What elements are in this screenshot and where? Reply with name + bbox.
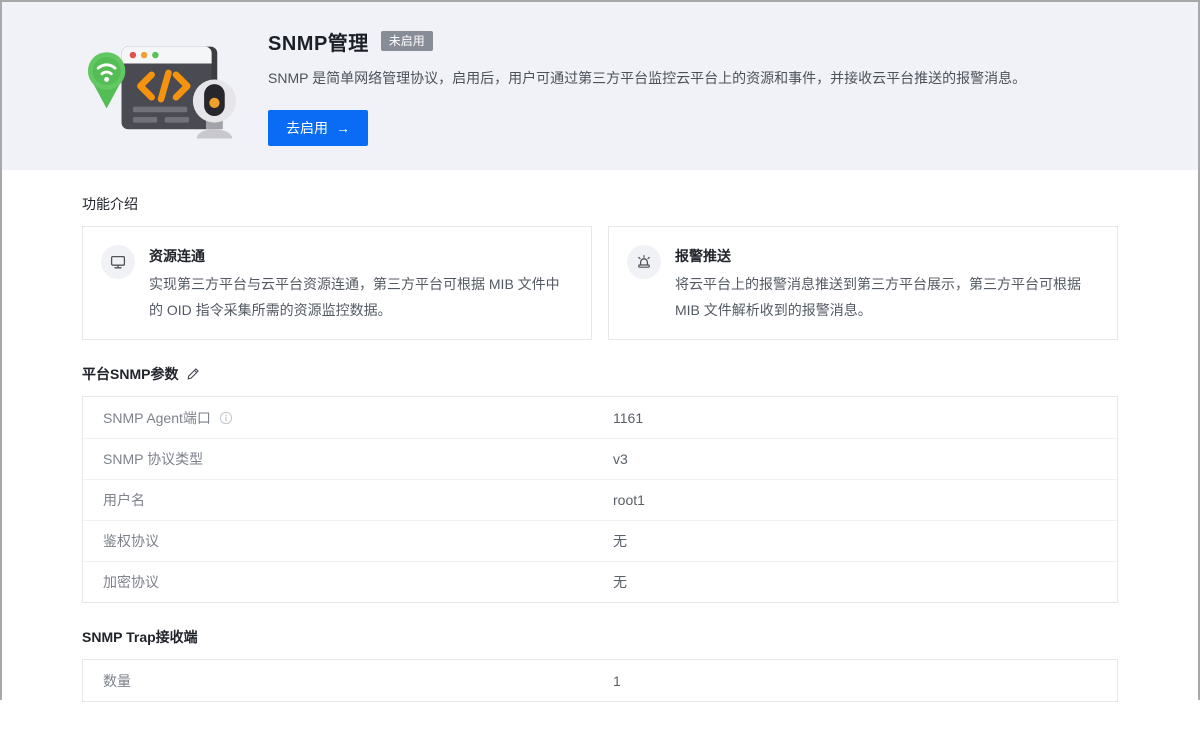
pencil-icon[interactable] — [186, 367, 200, 381]
snmp-params-table: SNMP Agent端口 1161 SNMP 协议类型 v3 用户名 root1… — [82, 396, 1118, 603]
alarm-icon — [627, 245, 661, 279]
feature-card-resource: 资源连通 实现第三方平台与云平台资源连通，第三方平台可根据 MIB 文件中的 O… — [82, 226, 592, 340]
hero-text-block: SNMP管理 未启用 SNMP 是简单网络管理协议，启用后，用户可通过第三方平台… — [268, 27, 1026, 146]
feature-card-body: 资源连通 实现第三方平台与云平台资源连通，第三方平台可根据 MIB 文件中的 O… — [149, 241, 573, 323]
row-value: 1161 — [613, 410, 643, 426]
table-row: SNMP 协议类型 v3 — [83, 438, 1117, 479]
snmp-params-heading-row: 平台SNMP参数 — [82, 364, 1118, 384]
table-row: 鉴权协议 无 — [83, 520, 1117, 561]
status-badge: 未启用 — [381, 31, 433, 51]
trap-receiver-heading: SNMP Trap接收端 — [82, 627, 1118, 647]
feature-card-title: 资源连通 — [149, 246, 573, 266]
monitor-icon — [101, 245, 135, 279]
row-value: v3 — [613, 451, 628, 467]
enable-button[interactable]: 去启用 → — [268, 110, 368, 146]
row-label: 用户名 — [103, 490, 145, 510]
table-row: 用户名 root1 — [83, 479, 1117, 520]
snmp-illustration-icon — [86, 27, 236, 145]
trap-receiver-heading-label: SNMP Trap接收端 — [82, 627, 198, 647]
row-label: SNMP Agent端口 — [103, 408, 211, 428]
feature-card-title: 报警推送 — [675, 246, 1099, 266]
feature-card-description: 将云平台上的报警消息推送到第三方平台展示，第三方平台可根据 MIB 文件解析收到… — [675, 271, 1099, 323]
row-label: SNMP 协议类型 — [103, 449, 203, 469]
snmp-params-heading: 平台SNMP参数 — [82, 364, 178, 384]
main-content: 功能介绍 资源连通 实现第三方平台与云平台资源连通，第三方平台可根据 MIB 文… — [2, 194, 1198, 742]
table-row: SNMP Agent端口 1161 — [83, 397, 1117, 438]
hero-banner: SNMP管理 未启用 SNMP 是简单网络管理协议，启用后，用户可通过第三方平台… — [2, 2, 1198, 170]
features-heading: 功能介绍 — [82, 194, 1118, 214]
row-value: root1 — [613, 492, 645, 508]
row-value: 无 — [613, 531, 627, 551]
page-description: SNMP 是简单网络管理协议，启用后，用户可通过第三方平台监控云平台上的资源和事… — [268, 68, 1026, 88]
table-row: 数量 1 — [83, 660, 1117, 701]
arrow-right-icon: → — [336, 120, 350, 136]
row-value: 无 — [613, 572, 627, 592]
row-label: 数量 — [103, 671, 131, 691]
page-title: SNMP管理 — [268, 27, 369, 56]
bottom-spacer — [82, 702, 1118, 742]
title-row: SNMP管理 未启用 — [268, 27, 1026, 56]
enable-button-label: 去启用 — [286, 118, 328, 138]
table-row: 加密协议 无 — [83, 561, 1117, 602]
feature-cards: 资源连通 实现第三方平台与云平台资源连通，第三方平台可根据 MIB 文件中的 O… — [82, 226, 1118, 340]
trap-receiver-table: 数量 1 — [82, 659, 1118, 702]
feature-card-alarm: 报警推送 将云平台上的报警消息推送到第三方平台展示，第三方平台可根据 MIB 文… — [608, 226, 1118, 340]
row-label: 鉴权协议 — [103, 531, 159, 551]
row-label: 加密协议 — [103, 572, 159, 592]
row-value: 1 — [613, 673, 621, 689]
feature-card-body: 报警推送 将云平台上的报警消息推送到第三方平台展示，第三方平台可根据 MIB 文… — [675, 241, 1099, 323]
info-icon[interactable] — [219, 411, 233, 425]
feature-card-description: 实现第三方平台与云平台资源连通，第三方平台可根据 MIB 文件中的 OID 指令… — [149, 271, 573, 323]
